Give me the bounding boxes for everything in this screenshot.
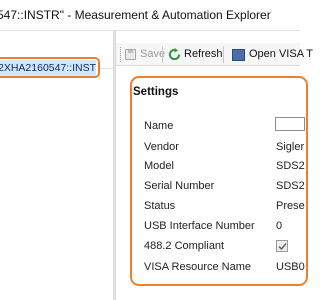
toolbar-separator [162,46,163,63]
tree-item-selected-device[interactable]: 2XHA2160547::INSTR" [0,57,100,78]
visa-icon [232,48,245,61]
usb-interface-number-label: USB Interface Number [144,220,255,232]
model-label: Model [144,160,174,172]
tree-item-label: 2XHA2160547::INSTR" [0,60,96,76]
refresh-icon [168,48,181,61]
compliant-488-checkbox[interactable] [276,240,288,252]
save-icon [125,49,136,60]
model-value: SDS2 [276,160,305,172]
checkmark-icon [278,242,287,251]
open-visa-test-panel-button[interactable]: Open VISA T [232,47,313,62]
open-visa-label: Open VISA T [249,48,314,60]
settings-heading: Settings [133,86,179,98]
usb-interface-number-value: 0 [276,220,283,232]
refresh-label: Refresh [184,48,223,60]
window-title: 547::INSTR" - Measurement & Automation E… [0,8,271,22]
configuration-tree [0,69,113,300]
vendor-value: Sigler [276,141,305,153]
visa-resource-name-label: VISA Resource Name [144,261,251,273]
vendor-label: Vendor [144,141,179,153]
save-button[interactable]: Save [125,47,165,62]
serial-number-label: Serial Number [144,180,215,192]
status-value: Prese [276,200,305,212]
name-field[interactable] [275,117,305,131]
serial-number-value: SDS2 [276,180,305,192]
name-label: Name [144,120,174,132]
pane-splitter[interactable] [113,31,116,300]
refresh-button[interactable]: Refresh [168,47,223,62]
toolbar-separator [223,46,224,63]
toolbar-grip[interactable] [120,47,124,62]
visa-resource-name-value: USB0 [276,261,305,273]
compliant-488-label: 488.2 Compliant [144,240,225,252]
window-titlebar: 547::INSTR" - Measurement & Automation E… [0,0,300,31]
status-label: Status [144,200,176,212]
